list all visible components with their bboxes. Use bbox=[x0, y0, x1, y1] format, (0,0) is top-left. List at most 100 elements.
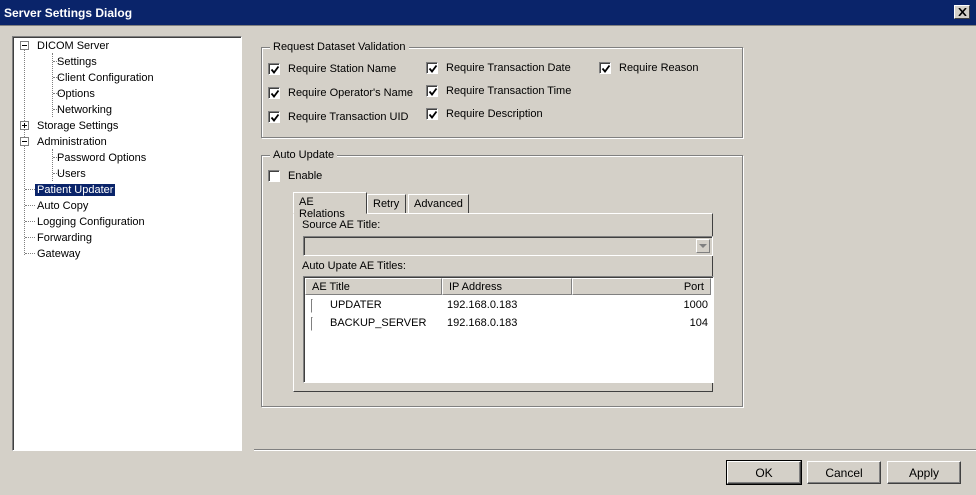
checkbox-label: Require Reason bbox=[619, 62, 699, 74]
checkmark-icon bbox=[428, 64, 438, 73]
enable-auto-update-checkbox[interactable]: Enable bbox=[268, 170, 322, 182]
checkmark-icon bbox=[428, 87, 438, 96]
tree-item-settings[interactable]: Settings bbox=[55, 54, 99, 70]
checkbox-label: Require Transaction UID bbox=[288, 111, 409, 123]
tree-collapse-icon[interactable] bbox=[20, 137, 29, 146]
tree-line bbox=[52, 53, 53, 117]
tree-item-label: Patient Updater bbox=[35, 184, 116, 196]
tree-item-label: Users bbox=[57, 168, 86, 180]
tree-item-label: Options bbox=[57, 88, 95, 100]
require-description-checkbox[interactable]: Require Description bbox=[426, 108, 543, 120]
window-title: Server Settings Dialog bbox=[4, 6, 133, 20]
tree-item-label: Storage Settings bbox=[37, 120, 119, 132]
table-row[interactable]: UPDATER 192.168.0.183 1000 bbox=[305, 297, 712, 315]
tab-label: Advanced bbox=[414, 198, 463, 210]
checkmark-icon bbox=[601, 64, 611, 73]
checkmark-icon bbox=[428, 110, 438, 119]
port-cell: 1000 bbox=[683, 299, 708, 311]
column-header-port[interactable]: Port bbox=[572, 278, 711, 295]
tree-item-auto-copy[interactable]: Auto Copy bbox=[35, 198, 90, 214]
source-ae-title-dropdown[interactable] bbox=[303, 236, 713, 256]
ae-title-cell: UPDATER bbox=[330, 299, 382, 311]
table-row[interactable]: BACKUP_SERVER 192.168.0.183 104 bbox=[305, 315, 712, 333]
auto-update-group: Auto Update Enable AE Relations Retry Ad… bbox=[261, 149, 743, 407]
require-transaction-uid-checkbox[interactable]: Require Transaction UID bbox=[268, 111, 408, 123]
tree-expand-icon[interactable] bbox=[20, 121, 29, 130]
dropdown-arrow-icon bbox=[699, 243, 707, 248]
request-dataset-validation-group: Request Dataset Validation Require Stati… bbox=[261, 41, 743, 138]
tree-item-label: Password Options bbox=[57, 152, 147, 164]
tree-item-users[interactable]: Users bbox=[55, 166, 88, 182]
tree-item-forwarding[interactable]: Forwarding bbox=[35, 230, 94, 246]
column-header-ae-title[interactable]: AE Title bbox=[305, 278, 442, 295]
footer-separator bbox=[254, 449, 976, 451]
require-transaction-date-checkbox[interactable]: Require Transaction Date bbox=[426, 62, 571, 74]
tab-advanced[interactable]: Advanced bbox=[408, 194, 469, 214]
tree-line bbox=[25, 205, 35, 206]
row-checkbox[interactable] bbox=[311, 317, 313, 331]
tree-line bbox=[25, 253, 35, 254]
tree-item-logging-configuration[interactable]: Logging Configuration bbox=[35, 214, 147, 230]
tree-item-label: Administration bbox=[37, 136, 107, 148]
ip-address-cell: 192.168.0.183 bbox=[447, 299, 518, 311]
checkbox-box bbox=[426, 85, 438, 97]
tree-item-client-configuration[interactable]: Client Configuration bbox=[55, 70, 156, 86]
apply-button[interactable]: Apply bbox=[887, 461, 961, 484]
ae-title-cell: BACKUP_SERVER bbox=[330, 317, 427, 329]
tree-line bbox=[25, 189, 35, 190]
checkbox-label: Enable bbox=[288, 170, 323, 182]
tree-item-label: Settings bbox=[57, 56, 97, 68]
tree-item-dicom-server[interactable]: DICOM Server bbox=[35, 38, 111, 54]
checkbox-box bbox=[268, 170, 280, 182]
tree-item-administration[interactable]: Administration bbox=[35, 134, 109, 150]
checkbox-label: Require Operator's Name bbox=[288, 87, 413, 99]
source-ae-title-label: Source AE Title: bbox=[302, 219, 381, 231]
tree-item-storage-settings[interactable]: Storage Settings bbox=[35, 118, 120, 134]
dropdown-arrow-button[interactable] bbox=[696, 239, 710, 253]
checkmark-icon bbox=[270, 113, 280, 122]
tree-item-networking[interactable]: Networking bbox=[55, 102, 114, 118]
tab-retry[interactable]: Retry bbox=[367, 194, 406, 214]
tree-item-label: Gateway bbox=[37, 248, 81, 260]
tree-item-label: Networking bbox=[57, 104, 113, 116]
column-header-ip-address[interactable]: IP Address bbox=[442, 278, 572, 295]
checkbox-box bbox=[268, 111, 280, 123]
tab-label: Retry bbox=[373, 198, 400, 210]
tree-item-password-options[interactable]: Password Options bbox=[55, 150, 148, 166]
tree-line bbox=[25, 221, 35, 222]
ae-titles-list[interactable]: AE Title IP Address Port UPDATER 192.168… bbox=[303, 276, 714, 383]
tree-item-options[interactable]: Options bbox=[55, 86, 97, 102]
close-button[interactable] bbox=[954, 5, 970, 19]
require-reason-checkbox[interactable]: Require Reason bbox=[599, 62, 699, 74]
checkbox-box bbox=[268, 63, 280, 75]
tree-item-label: Auto Copy bbox=[37, 200, 89, 212]
tree-item-label: Forwarding bbox=[37, 232, 93, 244]
require-station-name-checkbox[interactable]: Require Station Name bbox=[268, 63, 396, 75]
auto-update-ae-titles-label: Auto Upate AE Titles: bbox=[302, 260, 406, 272]
tree-item-patient-updater[interactable]: Patient Updater bbox=[35, 182, 116, 198]
cancel-button[interactable]: Cancel bbox=[807, 461, 881, 484]
checkbox-box bbox=[426, 62, 438, 74]
tree-collapse-icon[interactable] bbox=[20, 41, 29, 50]
tree-line bbox=[52, 149, 53, 181]
require-transaction-time-checkbox[interactable]: Require Transaction Time bbox=[426, 85, 571, 97]
checkmark-icon bbox=[270, 65, 280, 74]
checkbox-box bbox=[426, 108, 438, 120]
port-cell: 104 bbox=[689, 317, 708, 329]
tab-label: AE Relations bbox=[299, 196, 345, 220]
require-operator-name-checkbox[interactable]: Require Operator's Name bbox=[268, 87, 413, 99]
tree-item-label: Logging Configuration bbox=[37, 216, 145, 228]
tree-line bbox=[25, 237, 35, 238]
close-icon bbox=[957, 8, 967, 16]
title-bar: Server Settings Dialog bbox=[0, 0, 976, 26]
checkbox-label: Require Description bbox=[446, 108, 543, 120]
settings-tree[interactable]: DICOM Server Settings Client Configurati… bbox=[12, 36, 242, 451]
checkbox-box bbox=[599, 62, 611, 74]
checkbox-label: Require Transaction Date bbox=[446, 62, 571, 74]
checkbox-label: Require Transaction Time bbox=[446, 85, 572, 97]
ok-button[interactable]: OK bbox=[726, 460, 802, 485]
tree-item-gateway[interactable]: Gateway bbox=[35, 246, 82, 262]
tab-ae-relations[interactable]: AE Relations bbox=[293, 192, 367, 220]
row-checkbox[interactable] bbox=[311, 299, 313, 313]
checkbox-box bbox=[268, 87, 280, 99]
